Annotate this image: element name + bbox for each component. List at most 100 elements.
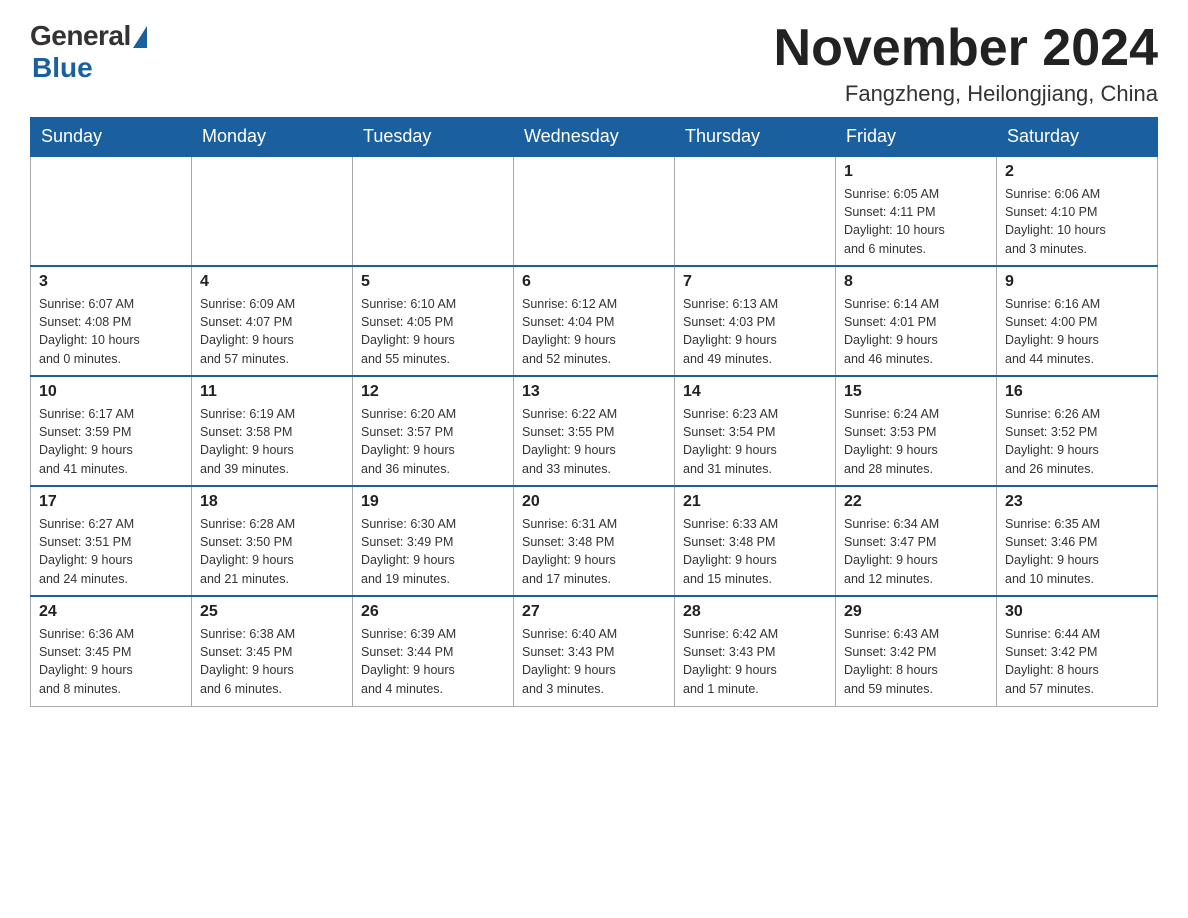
header-row: SundayMondayTuesdayWednesdayThursdayFrid… (31, 118, 1158, 157)
header-saturday: Saturday (997, 118, 1158, 157)
calendar-cell: 2 Sunrise: 6:06 AM Sunset: 4:10 PM Daylig… (997, 156, 1158, 266)
week-row-3: 10Sunrise: 6:17 AM Sunset: 3:59 PM Dayli… (31, 376, 1158, 486)
header-monday: Monday (192, 118, 353, 157)
calendar-cell (514, 156, 675, 266)
day-info: Sunrise: 6:34 AM Sunset: 3:47 PM Dayligh… (844, 515, 988, 588)
day-info: Sunrise: 6:22 AM Sunset: 3:55 PM Dayligh… (522, 405, 666, 478)
day-info: Sunrise: 6:24 AM Sunset: 3:53 PM Dayligh… (844, 405, 988, 478)
day-info: Sunrise: 6:23 AM Sunset: 3:54 PM Dayligh… (683, 405, 827, 478)
day-info: Sunrise: 6:33 AM Sunset: 3:48 PM Dayligh… (683, 515, 827, 588)
day-info: Sunrise: 6:16 AM Sunset: 4:00 PM Dayligh… (1005, 295, 1149, 368)
week-row-4: 17 Sunrise: 6:27 AM Sunset: 3:51 PM Dayli… (31, 486, 1158, 596)
day-number: 6 (522, 273, 666, 291)
calendar-cell (192, 156, 353, 266)
day-number: 4 (200, 273, 344, 291)
logo-triangle-icon (133, 26, 147, 48)
day-number: 22 (844, 493, 988, 511)
day-number: 29 (844, 603, 988, 621)
day-number: 24 (39, 603, 183, 621)
calendar-cell: 13 Sunrise: 6:22 AM Sunset: 3:55 PM Dayli… (514, 376, 675, 486)
day-info: Sunrise: 6:42 AM Sunset: 3:43 PM Dayligh… (683, 625, 827, 698)
day-info: Sunrise: 6:27 AM Sunset: 3:51 PM Dayligh… (39, 515, 183, 588)
day-number: 25 (200, 603, 344, 621)
day-number: 3 (39, 273, 183, 291)
calendar-table: SundayMondayTuesdayWednesdayThursdayFrid… (30, 117, 1158, 707)
day-number: 12 (361, 383, 505, 401)
calendar-cell (675, 156, 836, 266)
day-number: 11 (200, 383, 344, 401)
day-number: 2 (1005, 163, 1149, 181)
calendar-cell: 6 Sunrise: 6:12 AM Sunset: 4:04 PM Daylig… (514, 266, 675, 376)
calendar-cell: 4 Sunrise: 6:09 AM Sunset: 4:07 PM Daylig… (192, 266, 353, 376)
calendar-cell: 7 Sunrise: 6:13 AM Sunset: 4:03 PM Daylig… (675, 266, 836, 376)
calendar-cell: 20 Sunrise: 6:31 AM Sunset: 3:48 PM Dayli… (514, 486, 675, 596)
day-info: Sunrise: 6:28 AM Sunset: 3:50 PM Dayligh… (200, 515, 344, 588)
day-info: Sunrise: 6:05 AM Sunset: 4:11 PM Dayligh… (844, 185, 988, 258)
day-info: Sunrise: 6:44 AM Sunset: 3:42 PM Dayligh… (1005, 625, 1149, 698)
calendar-cell: 15Sunrise: 6:24 AM Sunset: 3:53 PM Dayli… (836, 376, 997, 486)
header-wednesday: Wednesday (514, 118, 675, 157)
day-info: Sunrise: 6:19 AM Sunset: 3:58 PM Dayligh… (200, 405, 344, 478)
day-number: 7 (683, 273, 827, 291)
calendar-cell: 21Sunrise: 6:33 AM Sunset: 3:48 PM Dayli… (675, 486, 836, 596)
day-info: Sunrise: 6:14 AM Sunset: 4:01 PM Dayligh… (844, 295, 988, 368)
day-number: 20 (522, 493, 666, 511)
calendar-cell: 30Sunrise: 6:44 AM Sunset: 3:42 PM Dayli… (997, 596, 1158, 706)
day-info: Sunrise: 6:12 AM Sunset: 4:04 PM Dayligh… (522, 295, 666, 368)
day-number: 1 (844, 163, 988, 181)
day-info: Sunrise: 6:26 AM Sunset: 3:52 PM Dayligh… (1005, 405, 1149, 478)
day-number: 19 (361, 493, 505, 511)
day-number: 14 (683, 383, 827, 401)
logo: General Blue (30, 20, 147, 84)
day-number: 17 (39, 493, 183, 511)
day-info: Sunrise: 6:31 AM Sunset: 3:48 PM Dayligh… (522, 515, 666, 588)
day-info: Sunrise: 6:09 AM Sunset: 4:07 PM Dayligh… (200, 295, 344, 368)
day-info: Sunrise: 6:17 AM Sunset: 3:59 PM Dayligh… (39, 405, 183, 478)
logo-blue-text: Blue (32, 52, 93, 84)
calendar-cell: 29 Sunrise: 6:43 AM Sunset: 3:42 PM Dayli… (836, 596, 997, 706)
calendar-cell: 8 Sunrise: 6:14 AM Sunset: 4:01 PM Daylig… (836, 266, 997, 376)
calendar-cell: 27Sunrise: 6:40 AM Sunset: 3:43 PM Dayli… (514, 596, 675, 706)
calendar-cell: 10Sunrise: 6:17 AM Sunset: 3:59 PM Dayli… (31, 376, 192, 486)
calendar-cell: 14 Sunrise: 6:23 AM Sunset: 3:54 PM Dayli… (675, 376, 836, 486)
day-info: Sunrise: 6:13 AM Sunset: 4:03 PM Dayligh… (683, 295, 827, 368)
day-number: 26 (361, 603, 505, 621)
day-number: 13 (522, 383, 666, 401)
calendar-cell: 17 Sunrise: 6:27 AM Sunset: 3:51 PM Dayli… (31, 486, 192, 596)
calendar-cell: 12 Sunrise: 6:20 AM Sunset: 3:57 PM Dayli… (353, 376, 514, 486)
calendar-cell: 3Sunrise: 6:07 AM Sunset: 4:08 PM Daylig… (31, 266, 192, 376)
calendar-cell: 11 Sunrise: 6:19 AM Sunset: 3:58 PM Dayli… (192, 376, 353, 486)
calendar-cell: 23Sunrise: 6:35 AM Sunset: 3:46 PM Dayli… (997, 486, 1158, 596)
day-info: Sunrise: 6:20 AM Sunset: 3:57 PM Dayligh… (361, 405, 505, 478)
calendar-cell: 26 Sunrise: 6:39 AM Sunset: 3:44 PM Dayli… (353, 596, 514, 706)
day-info: Sunrise: 6:36 AM Sunset: 3:45 PM Dayligh… (39, 625, 183, 698)
day-info: Sunrise: 6:06 AM Sunset: 4:10 PM Dayligh… (1005, 185, 1149, 258)
day-number: 27 (522, 603, 666, 621)
day-info: Sunrise: 6:43 AM Sunset: 3:42 PM Dayligh… (844, 625, 988, 698)
day-number: 8 (844, 273, 988, 291)
header-sunday: Sunday (31, 118, 192, 157)
calendar-cell (31, 156, 192, 266)
calendar-cell: 24 Sunrise: 6:36 AM Sunset: 3:45 PM Dayli… (31, 596, 192, 706)
calendar-cell: 16 Sunrise: 6:26 AM Sunset: 3:52 PM Dayli… (997, 376, 1158, 486)
week-row-5: 24 Sunrise: 6:36 AM Sunset: 3:45 PM Dayli… (31, 596, 1158, 706)
calendar-cell: 5Sunrise: 6:10 AM Sunset: 4:05 PM Daylig… (353, 266, 514, 376)
day-info: Sunrise: 6:30 AM Sunset: 3:49 PM Dayligh… (361, 515, 505, 588)
week-row-2: 3Sunrise: 6:07 AM Sunset: 4:08 PM Daylig… (31, 266, 1158, 376)
header-thursday: Thursday (675, 118, 836, 157)
calendar-cell: 1 Sunrise: 6:05 AM Sunset: 4:11 PM Daylig… (836, 156, 997, 266)
calendar-cell (353, 156, 514, 266)
day-number: 16 (1005, 383, 1149, 401)
month-title: November 2024 (774, 20, 1158, 77)
location: Fangzheng, Heilongjiang, China (774, 81, 1158, 107)
day-number: 28 (683, 603, 827, 621)
day-info: Sunrise: 6:39 AM Sunset: 3:44 PM Dayligh… (361, 625, 505, 698)
calendar-cell: 25 Sunrise: 6:38 AM Sunset: 3:45 PM Dayli… (192, 596, 353, 706)
header-friday: Friday (836, 118, 997, 157)
day-info: Sunrise: 6:10 AM Sunset: 4:05 PM Dayligh… (361, 295, 505, 368)
header: General Blue November 2024 Fangzheng, He… (30, 20, 1158, 107)
calendar-cell: 18Sunrise: 6:28 AM Sunset: 3:50 PM Dayli… (192, 486, 353, 596)
calendar-cell: 19 Sunrise: 6:30 AM Sunset: 3:49 PM Dayli… (353, 486, 514, 596)
calendar-cell: 28 Sunrise: 6:42 AM Sunset: 3:43 PM Dayli… (675, 596, 836, 706)
day-info: Sunrise: 6:38 AM Sunset: 3:45 PM Dayligh… (200, 625, 344, 698)
